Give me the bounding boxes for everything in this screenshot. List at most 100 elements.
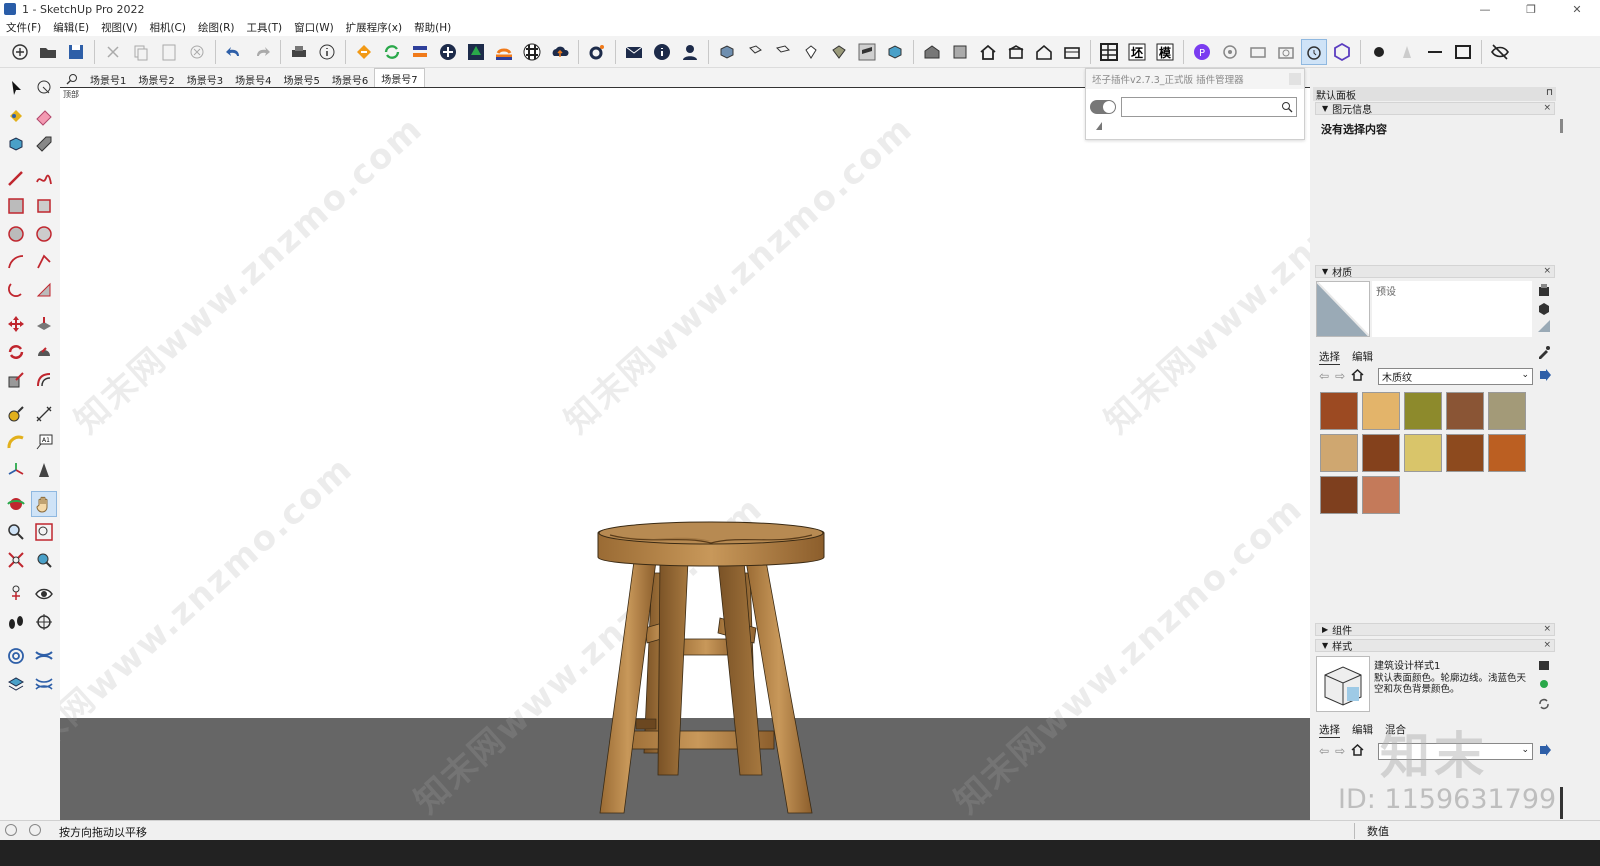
material-swatch[interactable] <box>1446 434 1484 472</box>
pencil-line-icon[interactable] <box>3 165 29 191</box>
components-icon[interactable] <box>947 39 973 65</box>
transfer-icon[interactable] <box>407 39 433 65</box>
scene-tab-2[interactable]: 场景号2 <box>132 71 180 87</box>
style-refresh-icon[interactable] <box>1537 697 1551 714</box>
plugin-toggle-switch[interactable] <box>1090 100 1116 114</box>
style-add-icon[interactable] <box>1537 657 1551 674</box>
style-update-icon[interactable] <box>1537 677 1551 694</box>
material-swatch[interactable] <box>1404 392 1442 430</box>
entity-info-header[interactable]: ▼ 图元信息 × <box>1315 102 1555 116</box>
dot-icon[interactable] <box>1366 39 1392 65</box>
material-add-icon[interactable] <box>1537 283 1551 297</box>
top-view-icon[interactable] <box>742 39 768 65</box>
section-plane-icon[interactable] <box>31 609 57 635</box>
cloud-upload-icon[interactable] <box>547 39 573 65</box>
material-swatch[interactable] <box>1320 434 1358 472</box>
move-tool-icon[interactable] <box>3 311 29 337</box>
paint-bucket-icon[interactable] <box>3 103 29 129</box>
material-library-dropdown[interactable]: 木质纹 ⌄ <box>1378 368 1533 385</box>
save-icon[interactable] <box>63 39 89 65</box>
menu-camera[interactable]: 相机(C) <box>143 20 192 35</box>
grid-table-icon[interactable] <box>1096 39 1122 65</box>
materials-select-tab[interactable]: 选择 <box>1319 349 1340 365</box>
look-around-icon[interactable] <box>31 581 57 607</box>
styles-select-tab[interactable]: 选择 <box>1319 722 1340 738</box>
measurements-box[interactable]: 数值 <box>1354 823 1559 839</box>
undo-icon[interactable] <box>221 39 247 65</box>
house-box-icon[interactable] <box>1003 39 1029 65</box>
material-swatch[interactable] <box>1362 392 1400 430</box>
info-icon[interactable] <box>649 39 675 65</box>
plugin-huai-icon[interactable]: 坯 <box>1124 39 1150 65</box>
menu-extensions[interactable]: 扩展程序(x) <box>340 20 408 35</box>
pin-icon[interactable] <box>1095 121 1103 131</box>
menu-file[interactable]: 文件(F) <box>0 20 47 35</box>
walk-icon[interactable] <box>3 609 29 635</box>
scene-tab-4[interactable]: 场景号4 <box>229 71 277 87</box>
shaded-style-icon[interactable] <box>854 39 880 65</box>
circle-tool-icon[interactable] <box>3 221 29 247</box>
copy-icon[interactable] <box>128 39 154 65</box>
material-swatch[interactable] <box>1362 476 1400 514</box>
dimension-icon[interactable] <box>31 401 57 427</box>
style-details-icon[interactable] <box>1539 743 1551 760</box>
warehouse-icon[interactable] <box>919 39 945 65</box>
material-swatch[interactable] <box>1446 392 1484 430</box>
rotated-rect-icon[interactable] <box>31 193 57 219</box>
materials-edit-tab[interactable]: 编辑 <box>1352 349 1373 365</box>
eraser-icon[interactable] <box>31 103 57 129</box>
garage-icon[interactable] <box>1059 39 1085 65</box>
line-icon[interactable] <box>1422 39 1448 65</box>
material-swatch[interactable] <box>1362 434 1400 472</box>
stamp-icon[interactable] <box>3 671 29 697</box>
menu-draw[interactable]: 绘图(R) <box>192 20 241 35</box>
menu-edit[interactable]: 编辑(E) <box>47 20 95 35</box>
timer-icon[interactable] <box>1301 38 1327 65</box>
material-sample-icon[interactable] <box>1537 301 1551 315</box>
material-swatch[interactable] <box>1488 434 1526 472</box>
new-file-icon[interactable] <box>7 39 33 65</box>
user-icon[interactable] <box>677 39 703 65</box>
material-swatch[interactable] <box>1404 434 1442 472</box>
settings-gear-icon[interactable] <box>584 39 610 65</box>
pie-tool-icon[interactable] <box>31 277 57 303</box>
scene-tab-6[interactable]: 场景号6 <box>326 71 374 87</box>
rotate-tool-icon[interactable] <box>3 339 29 365</box>
plugin-search-input[interactable] <box>1121 97 1297 117</box>
make-component-icon[interactable] <box>3 131 29 157</box>
maximize-button[interactable]: ❐ <box>1508 0 1554 18</box>
light-icon[interactable] <box>1394 39 1420 65</box>
protractor-icon[interactable] <box>3 429 29 455</box>
rectangle-tool-icon[interactable] <box>3 193 29 219</box>
material-swatch[interactable] <box>1320 392 1358 430</box>
arc-tool-icon[interactable] <box>3 249 29 275</box>
polygon-tool-icon[interactable] <box>31 221 57 247</box>
zoom-extents-icon[interactable] <box>3 547 29 573</box>
photo-icon[interactable] <box>1273 39 1299 65</box>
select-arrow-icon[interactable] <box>3 75 29 101</box>
flip-edge-icon[interactable] <box>31 671 57 697</box>
paste-icon[interactable] <box>156 39 182 65</box>
tray-pin-icon[interactable]: ⊓ <box>1546 88 1553 98</box>
pan-hand-icon[interactable] <box>31 491 57 517</box>
styles-edit-tab[interactable]: 编辑 <box>1352 722 1373 738</box>
two-point-arc-icon[interactable] <box>31 249 57 275</box>
rectangle-icon[interactable] <box>1450 39 1476 65</box>
text-label-icon[interactable]: A1 <box>31 429 57 455</box>
orbit-target-icon[interactable] <box>1217 39 1243 65</box>
orbit-tool-icon[interactable] <box>3 491 29 517</box>
minimize-button[interactable]: — <box>1462 0 1508 18</box>
p-badge-icon[interactable]: P <box>1189 39 1215 65</box>
previous-view-icon[interactable] <box>31 547 57 573</box>
menu-help[interactable]: 帮助(H) <box>408 20 457 35</box>
lasso-select-icon[interactable] <box>31 75 57 101</box>
material-default-icon[interactable] <box>1537 319 1551 333</box>
freehand-icon[interactable] <box>31 165 57 191</box>
iso-view-icon[interactable] <box>714 39 740 65</box>
hexagon-icon[interactable] <box>1329 39 1355 65</box>
tag-icon[interactable] <box>31 131 57 157</box>
mail-icon[interactable] <box>621 39 647 65</box>
cut-icon[interactable] <box>100 39 126 65</box>
scene-tab-7[interactable]: 场景号7 <box>374 68 425 87</box>
3d-text-icon[interactable] <box>31 457 57 483</box>
